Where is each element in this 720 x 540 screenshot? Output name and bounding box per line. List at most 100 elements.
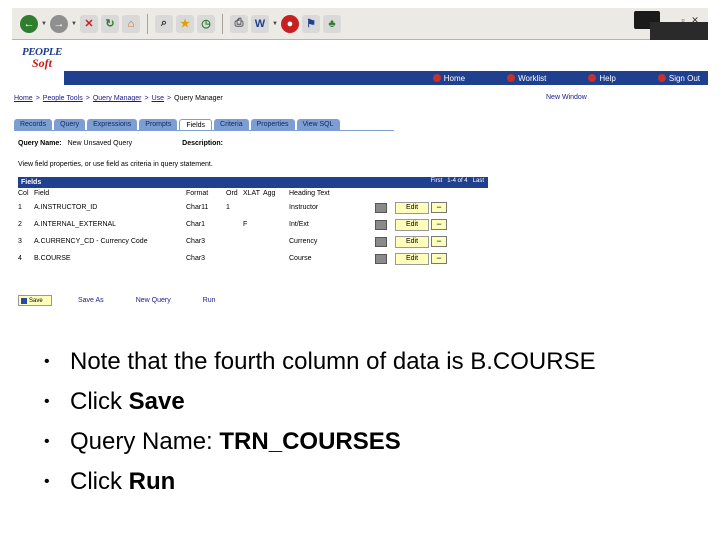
back-icon[interactable]: ← — [20, 14, 38, 33]
delete-row-button[interactable]: − — [431, 236, 447, 247]
logo-text-soft: Soft — [32, 56, 53, 70]
bullet-item: • Query Name: TRN_COURSES — [44, 422, 596, 462]
cell-heading-text: Int/Ext — [289, 221, 309, 228]
cell-format: Char11 — [186, 204, 209, 211]
query-name-row: Query Name: New Unsaved Query Descriptio… — [18, 140, 223, 147]
save-as-link[interactable]: Save As — [78, 297, 104, 304]
tab-prompts[interactable]: Prompts — [139, 119, 178, 130]
table-row: 2 A.INTERNAL_EXTERNAL Char1 F Int/Ext Ed… — [18, 216, 488, 233]
bullet-text: Note that the fourth column of data is B… — [70, 348, 596, 375]
nav-worklist-label: Worklist — [518, 73, 547, 83]
cell-field: A.INTERNAL_EXTERNAL — [34, 221, 117, 228]
forward-dropdown-icon[interactable]: ▼ — [71, 21, 77, 27]
signout-icon — [657, 74, 666, 82]
nav-help[interactable]: Help — [588, 73, 616, 83]
cell-heading-text: Currency — [289, 238, 318, 245]
favorites-icon[interactable]: ★ — [176, 14, 194, 33]
table-row: 4 B.COURSE Char3 Course Edit − — [18, 250, 488, 267]
bullet-text: Query Name: — [70, 428, 220, 455]
use-as-criteria-icon[interactable] — [375, 253, 387, 264]
cell-heading-text: Instructor — [289, 204, 319, 211]
edit-button[interactable]: Edit — [395, 252, 429, 265]
nav-home[interactable]: Home — [432, 74, 465, 83]
edit-icon[interactable]: W — [251, 14, 269, 33]
universal-navbar: Home Worklist Help Sign Out — [64, 71, 708, 85]
tab-properties[interactable]: Properties — [250, 119, 295, 130]
stop-icon[interactable]: ✕ — [80, 14, 98, 33]
discuss-icon[interactable]: ♣ — [323, 14, 341, 33]
tab-records[interactable]: Records — [14, 119, 53, 130]
bullet-dot-icon: • — [44, 353, 50, 370]
query-tabs: Records Query Expressions Prompts Fields… — [14, 119, 340, 130]
toolbar-app-icon[interactable]: ● — [281, 14, 299, 33]
instruction-bullets: • Note that the fourth column of data is… — [44, 342, 596, 502]
new-query-link[interactable]: New Query — [136, 297, 171, 304]
nav-signout[interactable]: Sign Out — [657, 73, 700, 83]
cell-format: Char3 — [186, 238, 206, 245]
bullet-text: Click — [70, 388, 129, 415]
toolbar-separator — [222, 13, 223, 34]
delete-row-button[interactable]: − — [431, 202, 447, 213]
bullet-dot-icon: • — [44, 473, 50, 490]
nav-signout-label: Sign Out — [668, 73, 700, 83]
refresh-icon[interactable]: ↻ — [101, 14, 119, 33]
breadcrumb-peopletools[interactable]: People Tools — [43, 95, 83, 102]
help-icon — [588, 74, 597, 82]
cell-col: 4 — [18, 255, 22, 262]
search-icon[interactable]: ⌕ — [155, 14, 173, 33]
cell-col: 3 — [18, 238, 22, 245]
bullet-item: • Note that the fourth column of data is… — [44, 342, 596, 382]
cell-col: 2 — [18, 221, 22, 228]
bullet-item: • Click Run — [44, 462, 596, 502]
bullet-item: • Click Save — [44, 382, 596, 422]
breadcrumb-use[interactable]: Use — [152, 95, 164, 102]
grid-navigation: First 1-4 of 4 Last — [431, 178, 484, 184]
col-header-field: Field — [34, 190, 50, 197]
grid-first-link[interactable]: First — [431, 178, 443, 184]
col-header-format: Format — [186, 190, 209, 197]
col-header-ord: Ord — [226, 190, 238, 197]
back-dropdown-icon[interactable]: ▼ — [41, 21, 47, 27]
forward-icon[interactable]: → — [50, 14, 68, 33]
tab-fields[interactable]: Fields — [179, 119, 213, 130]
col-header-col: Col — [18, 190, 29, 197]
nav-help-label: Help — [599, 73, 616, 83]
tab-criteria[interactable]: Criteria — [214, 119, 249, 130]
breadcrumb: Home > People Tools > Query Manager > Use > … — [14, 95, 223, 102]
new-window-link[interactable]: New Window — [546, 94, 587, 101]
delete-row-button[interactable]: − — [431, 253, 447, 264]
print-icon[interactable]: ⎙ — [230, 14, 248, 33]
edit-button[interactable]: Edit — [395, 218, 429, 231]
bullet-dot-icon: • — [44, 433, 50, 450]
bullet-bold-text: TRN_COURSES — [219, 428, 401, 455]
breadcrumb-home[interactable]: Home — [14, 95, 33, 102]
breadcrumb-current: Query Manager — [174, 95, 223, 102]
nav-worklist[interactable]: Worklist — [507, 74, 546, 83]
delete-row-button[interactable]: − — [431, 219, 447, 230]
use-as-criteria-icon[interactable] — [375, 236, 387, 247]
cell-format: Char3 — [186, 255, 206, 262]
query-name-label: Query Name: — [18, 140, 62, 147]
worklist-icon — [507, 74, 516, 82]
grid-last-link[interactable]: Last — [473, 178, 484, 184]
use-as-criteria-icon[interactable] — [375, 219, 387, 230]
use-as-criteria-icon[interactable] — [375, 202, 387, 213]
tab-expressions[interactable]: Expressions — [87, 119, 138, 130]
tab-query[interactable]: Query — [54, 119, 86, 130]
col-header-agg: Agg — [263, 190, 276, 197]
edit-button[interactable]: Edit — [395, 235, 429, 248]
save-button[interactable]: Save — [18, 295, 52, 306]
col-header-heading-text: Heading Text — [289, 190, 330, 197]
tab-view-sql[interactable]: View SQL — [296, 119, 340, 130]
run-link[interactable]: Run — [203, 297, 216, 304]
history-icon[interactable]: ◷ — [197, 14, 215, 33]
edit-dropdown-icon[interactable]: ▼ — [272, 21, 278, 27]
edit-button[interactable]: Edit — [395, 201, 429, 214]
messenger-icon[interactable]: ⚑ — [302, 14, 320, 33]
description-label: Description: — [182, 140, 224, 147]
bullet-dot-icon: • — [44, 393, 50, 410]
fields-grid: Fields First 1-4 of 4 Last Col Field For… — [18, 177, 488, 267]
home-browser-icon[interactable]: ⌂ — [122, 14, 140, 33]
breadcrumb-query-manager[interactable]: Query Manager — [93, 95, 142, 102]
cell-field: B.COURSE — [34, 255, 71, 262]
